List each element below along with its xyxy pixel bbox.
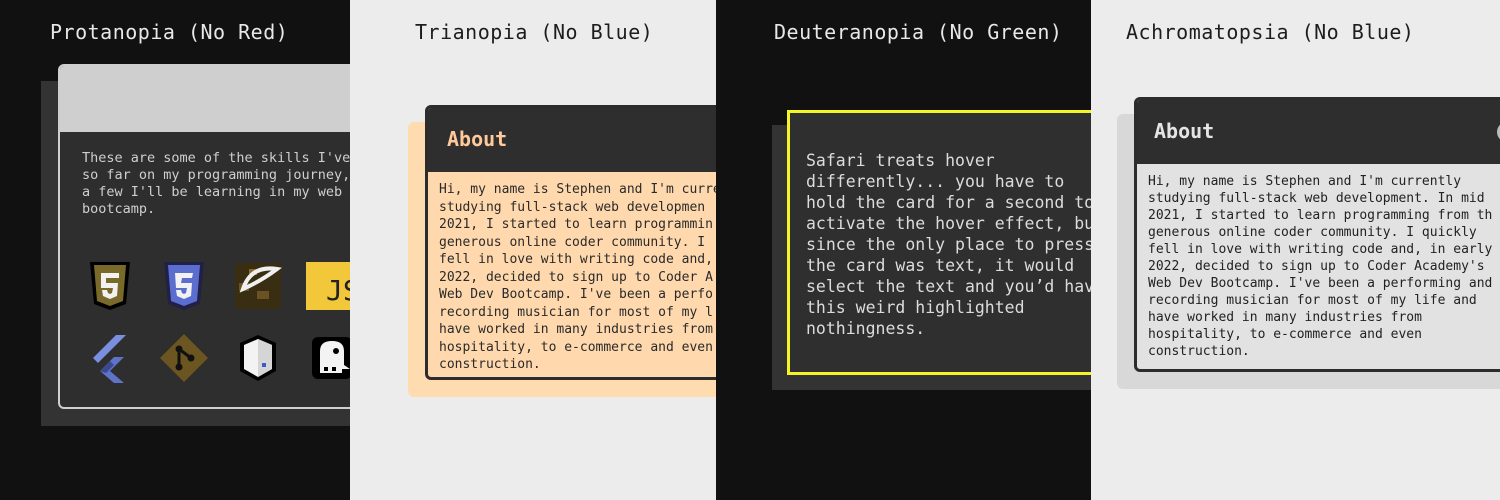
skills-card[interactable]: These are some of the skills I've so far…: [58, 64, 350, 409]
html5-icon: [82, 258, 138, 314]
flutter-icon: [82, 330, 138, 386]
git-icon: [156, 330, 212, 386]
card-text: Safari treats hover differently... you h…: [806, 151, 1091, 338]
about-card[interactable]: About Hi, my name is Stephen and I'm cur…: [1134, 97, 1500, 372]
panel-title: Protanopia (No Red): [50, 20, 289, 44]
svg-text:JS: JS: [326, 274, 350, 307]
card-heading: About: [447, 127, 508, 151]
rails-icon: [230, 258, 286, 314]
card-text: Hi, my name is Stephen and I'm currently…: [1148, 174, 1493, 359]
card-text: These are some of the skills I've so far…: [82, 150, 350, 217]
card-header: About: [428, 108, 716, 172]
card-text: Hi, my name is Stephen and I'm curre stu…: [439, 182, 716, 372]
deuteranopia-panel: Deuteranopia (No Green) Safari treats ho…: [716, 0, 1091, 500]
panel-title: Deuteranopia (No Green): [774, 20, 1063, 44]
postgresql-icon: [304, 330, 350, 386]
trianopia-panel: Trianopia (No Blue) About Hi, my name is…: [350, 0, 716, 500]
javascript-icon: JS: [304, 258, 350, 314]
skills-icon-grid: JS: [82, 258, 350, 386]
panel-title: Trianopia (No Blue): [415, 20, 654, 44]
card-header: About: [1137, 100, 1500, 164]
protanopia-panel: Protanopia (No Red) These are some of th…: [0, 0, 350, 500]
hover-note-card[interactable]: Safari treats hover differently... you h…: [787, 110, 1091, 375]
panel-title: Achromatopsia (No Blue): [1126, 20, 1415, 44]
npm-icon: [230, 330, 286, 386]
css3-icon: [156, 258, 212, 314]
card-header: [60, 66, 350, 132]
achromatopsia-panel: Achromatopsia (No Blue) About Hi, my nam…: [1091, 0, 1500, 500]
about-card[interactable]: About Hi, my name is Stephen and I'm cur…: [425, 105, 716, 380]
card-heading: About: [1154, 119, 1215, 143]
